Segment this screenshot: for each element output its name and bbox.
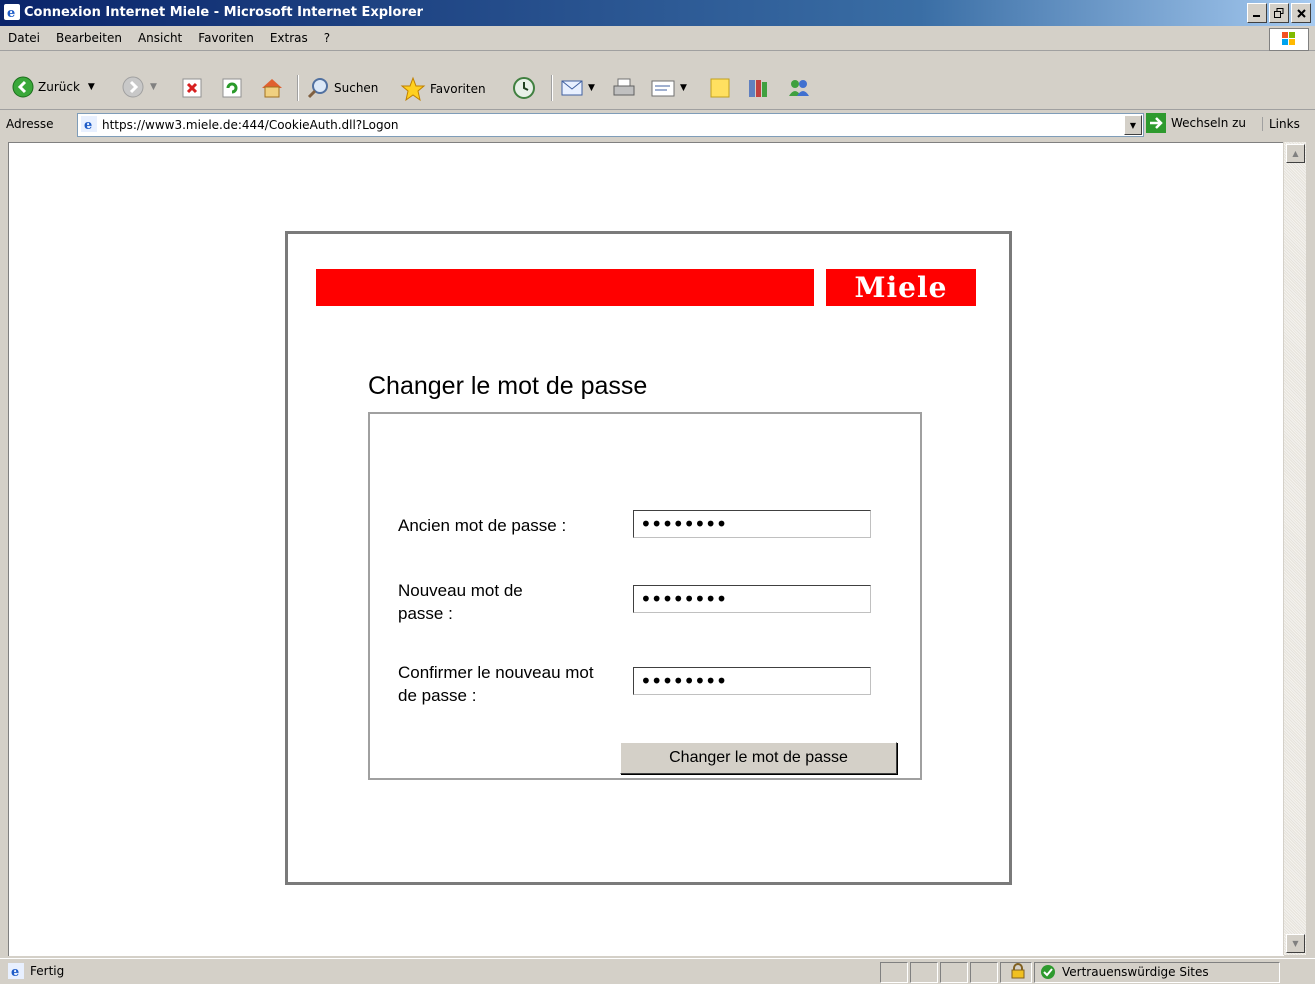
new-password-label: Nouveau mot de passe :	[398, 581, 523, 623]
edit-button[interactable]: ▼	[650, 76, 687, 100]
star-icon	[400, 76, 426, 102]
vertical-scrollbar[interactable]: ▲ ▼	[1283, 142, 1306, 955]
trusted-check-icon	[1041, 965, 1055, 979]
research-button[interactable]	[746, 76, 770, 100]
address-label: Adresse	[6, 117, 54, 131]
back-button[interactable]: Zurück ▼	[12, 76, 95, 98]
forward-button[interactable]: ▼	[122, 76, 157, 98]
discuss-button[interactable]	[708, 76, 732, 100]
go-button[interactable]: Wechseln zu	[1146, 113, 1246, 133]
confirm-password-input[interactable]: ••••••••	[633, 667, 871, 695]
security-zone: Vertrauenswürdige Sites	[1040, 964, 1209, 980]
svg-text:e: e	[7, 6, 15, 20]
menu-bearbeiten[interactable]: Bearbeiten	[48, 31, 130, 45]
chevron-down-icon: ▼	[1292, 939, 1299, 948]
search-button[interactable]: Suchen	[306, 76, 378, 100]
close-icon	[1296, 8, 1306, 18]
scroll-up-button[interactable]: ▲	[1286, 144, 1305, 163]
svg-text:e: e	[11, 965, 19, 979]
mail-icon	[561, 80, 583, 96]
miele-logo: Miele	[826, 269, 976, 306]
printer-icon	[613, 78, 635, 96]
scroll-down-button[interactable]: ▼	[1286, 934, 1305, 953]
stop-icon	[182, 78, 202, 98]
messenger-button[interactable]	[786, 76, 812, 100]
messenger-people-icon	[789, 80, 809, 96]
back-arrow-icon	[12, 76, 34, 98]
ie-page-icon: e	[8, 963, 24, 979]
menu-favoriten[interactable]: Favoriten	[190, 31, 262, 45]
menu-ansicht[interactable]: Ansicht	[130, 31, 190, 45]
refresh-icon	[222, 78, 242, 98]
address-input[interactable]: e https://www3.miele.de:444/CookieAuth.d…	[77, 113, 1144, 137]
confirm-password-label: Confirmer le nouveau mot de passe :	[398, 663, 594, 705]
menu-bar: Datei Bearbeiten Ansicht Favoriten Extra…	[0, 26, 1315, 51]
stop-button[interactable]	[182, 78, 202, 98]
chevron-down-icon: ▼	[1129, 120, 1137, 130]
history-button[interactable]	[512, 76, 536, 100]
research-books-icon	[749, 80, 767, 97]
back-dropdown-icon[interactable]: ▼	[88, 82, 95, 92]
address-dropdown-button[interactable]: ▼	[1124, 115, 1142, 135]
page-title: Changer le mot de passe	[368, 372, 648, 400]
minimize-icon	[1253, 15, 1260, 17]
home-icon	[262, 79, 282, 98]
print-button[interactable]	[612, 76, 636, 100]
lock-icon	[1011, 963, 1025, 979]
zone-text: Vertrauenswürdige Sites	[1062, 965, 1209, 979]
note-icon	[710, 78, 730, 98]
search-icon	[307, 78, 328, 99]
brand-red-bar	[316, 269, 814, 306]
favorites-button[interactable]: Favoriten	[400, 76, 486, 102]
favorites-label: Favoriten	[430, 82, 486, 96]
svg-text:e: e	[84, 118, 92, 132]
windows-flag-icon	[1282, 32, 1295, 45]
edit-page-icon	[651, 80, 675, 97]
old-password-label: Ancien mot de passe :	[398, 516, 567, 535]
forward-arrow-icon	[122, 76, 144, 98]
restore-icon	[1274, 8, 1284, 18]
go-arrow-icon	[1146, 113, 1166, 133]
status-bar: e Fertig Vertrauenswürdige Sites	[0, 958, 1315, 984]
status-text: Fertig	[30, 964, 65, 978]
login-frame: Miele Changer le mot de passe Ancien mot…	[285, 231, 1012, 885]
go-label: Wechseln zu	[1171, 116, 1247, 130]
chevron-up-icon: ▲	[1292, 149, 1299, 158]
menu-datei[interactable]: Datei	[0, 31, 48, 45]
forward-dropdown-icon[interactable]: ▼	[150, 82, 157, 92]
address-bar: Adresse e https://www3.miele.de:444/Cook…	[0, 110, 1315, 140]
back-label: Zurück	[38, 80, 80, 94]
close-button[interactable]	[1291, 3, 1311, 23]
mail-dropdown-icon[interactable]: ▼	[588, 83, 595, 93]
window-title: Connexion Internet Miele - Microsoft Int…	[24, 5, 424, 20]
new-password-input[interactable]: ••••••••	[633, 585, 871, 613]
maximize-button[interactable]	[1269, 3, 1289, 23]
address-url: https://www3.miele.de:444/CookieAuth.dll…	[102, 118, 399, 132]
minimize-button[interactable]	[1247, 3, 1267, 23]
change-password-form: Ancien mot de passe : •••••••• Nouveau m…	[368, 412, 922, 780]
windows-logo-throbber	[1269, 28, 1309, 51]
refresh-button[interactable]	[222, 78, 242, 98]
old-password-input[interactable]: ••••••••	[633, 510, 871, 538]
mail-button[interactable]: ▼	[560, 76, 595, 100]
ie-page-icon: e	[81, 116, 97, 132]
links-toolbar-button[interactable]: Links	[1262, 117, 1300, 131]
history-icon	[513, 77, 535, 99]
window-titlebar: e Connexion Internet Miele - Microsoft I…	[0, 0, 1315, 26]
menu-help[interactable]: ?	[316, 31, 338, 45]
menu-extras[interactable]: Extras	[262, 31, 316, 45]
search-label: Suchen	[334, 81, 379, 95]
browser-viewport: Miele Changer le mot de passe Ancien mot…	[8, 142, 1284, 956]
change-password-button[interactable]: Changer le mot de passe	[620, 742, 897, 774]
ie-icon: e	[4, 4, 20, 20]
edit-dropdown-icon[interactable]: ▼	[680, 83, 687, 93]
standard-toolbar: Zurück ▼ ▼ Suchen Favoriten ▼ ▼	[0, 51, 1315, 110]
home-button[interactable]	[260, 76, 284, 100]
